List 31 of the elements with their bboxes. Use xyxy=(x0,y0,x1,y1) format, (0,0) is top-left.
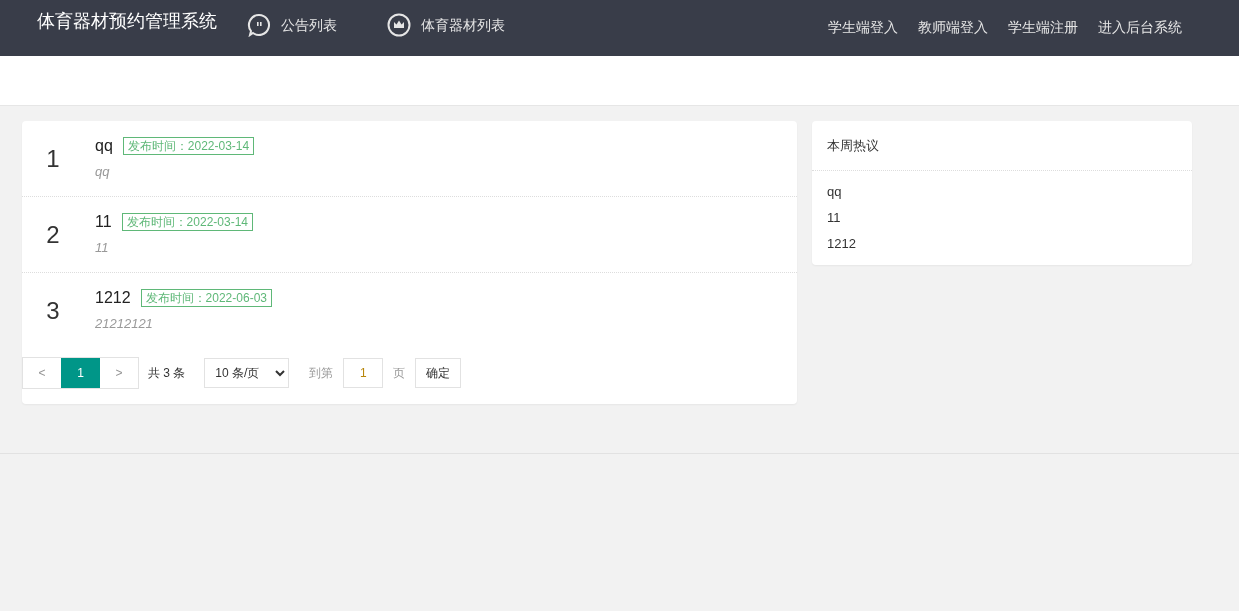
confirm-button[interactable]: 确定 xyxy=(415,358,462,388)
total-count: 共 3 条 xyxy=(148,365,186,381)
publish-date-tag: 发布时间：2022-03-14 xyxy=(121,213,253,231)
hot-topic-link[interactable]: qq xyxy=(827,179,1177,205)
page-size-select[interactable]: 10 条/页 xyxy=(204,358,290,388)
chat-bubble-icon xyxy=(247,13,271,37)
notice-number: 2 xyxy=(45,222,61,247)
notice-title[interactable]: 11 xyxy=(95,212,112,232)
page-suffix: 页 xyxy=(393,365,406,381)
crown-icon xyxy=(387,13,411,37)
header-link[interactable]: 学生端登入 xyxy=(828,17,898,37)
hot-topic-link[interactable]: 11 xyxy=(827,205,1177,231)
page-number-button[interactable]: 1 xyxy=(61,358,100,388)
header-link[interactable]: 教师端登入 xyxy=(918,17,988,37)
header-link[interactable]: 学生端注册 xyxy=(1008,17,1078,37)
notice-title[interactable]: qq xyxy=(95,136,113,156)
header-link[interactable]: 进入后台系统 xyxy=(1098,17,1182,37)
notice-number: 1 xyxy=(45,146,61,171)
nav-link[interactable]: 公告列表 xyxy=(247,13,337,37)
publish-date-tag: 发布时间：2022-03-14 xyxy=(122,137,255,155)
notice-summary: 11 xyxy=(95,239,110,257)
hot-topic-link[interactable]: 1212 xyxy=(827,231,1177,257)
card-title: 本周热议 xyxy=(827,136,879,155)
nav-link[interactable]: 体育器材列表 xyxy=(387,13,505,37)
notice-title[interactable]: 1212 xyxy=(95,288,131,308)
goto-label: 到第 xyxy=(309,365,334,381)
site-title: 体育器材预约管理系统 xyxy=(37,10,217,33)
publish-date-tag: 发布时间：2022-06-03 xyxy=(140,289,272,307)
notice-summary: qq xyxy=(95,163,111,181)
notice-summary: 21212121 xyxy=(95,315,154,333)
notice-number: 3 xyxy=(45,299,61,323)
